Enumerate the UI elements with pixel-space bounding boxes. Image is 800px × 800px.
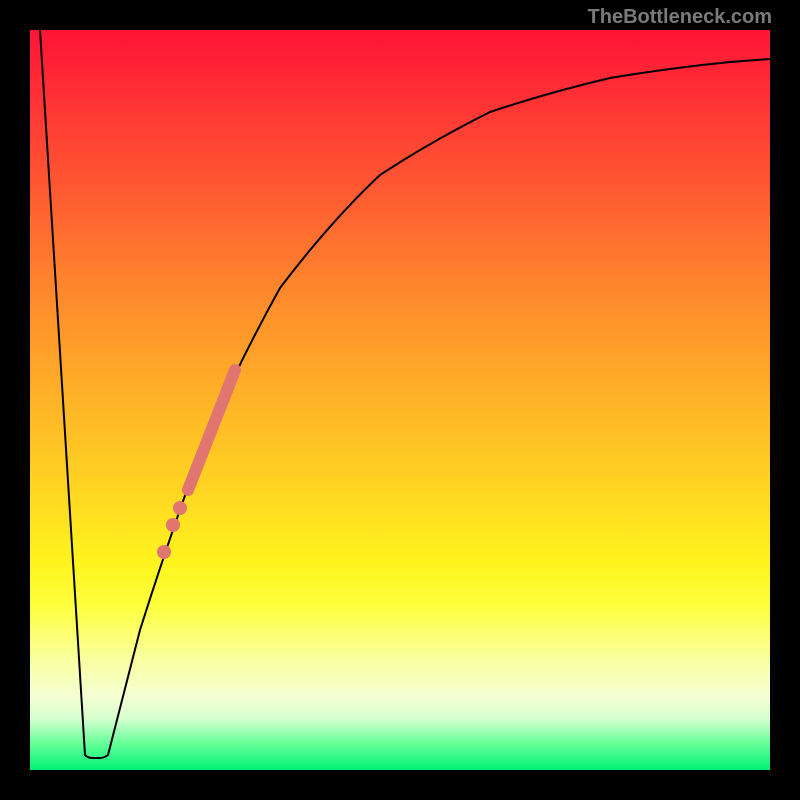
highlight-band: [188, 370, 235, 490]
chart-frame: TheBottleneck.com: [0, 0, 800, 800]
plot-area: [30, 30, 770, 770]
dot-1: [173, 501, 187, 515]
watermark-text: TheBottleneck.com: [588, 6, 772, 29]
dot-2: [166, 518, 180, 532]
dot-3: [157, 545, 171, 559]
curve-layer: [30, 30, 770, 770]
bottleneck-curve: [40, 30, 770, 758]
